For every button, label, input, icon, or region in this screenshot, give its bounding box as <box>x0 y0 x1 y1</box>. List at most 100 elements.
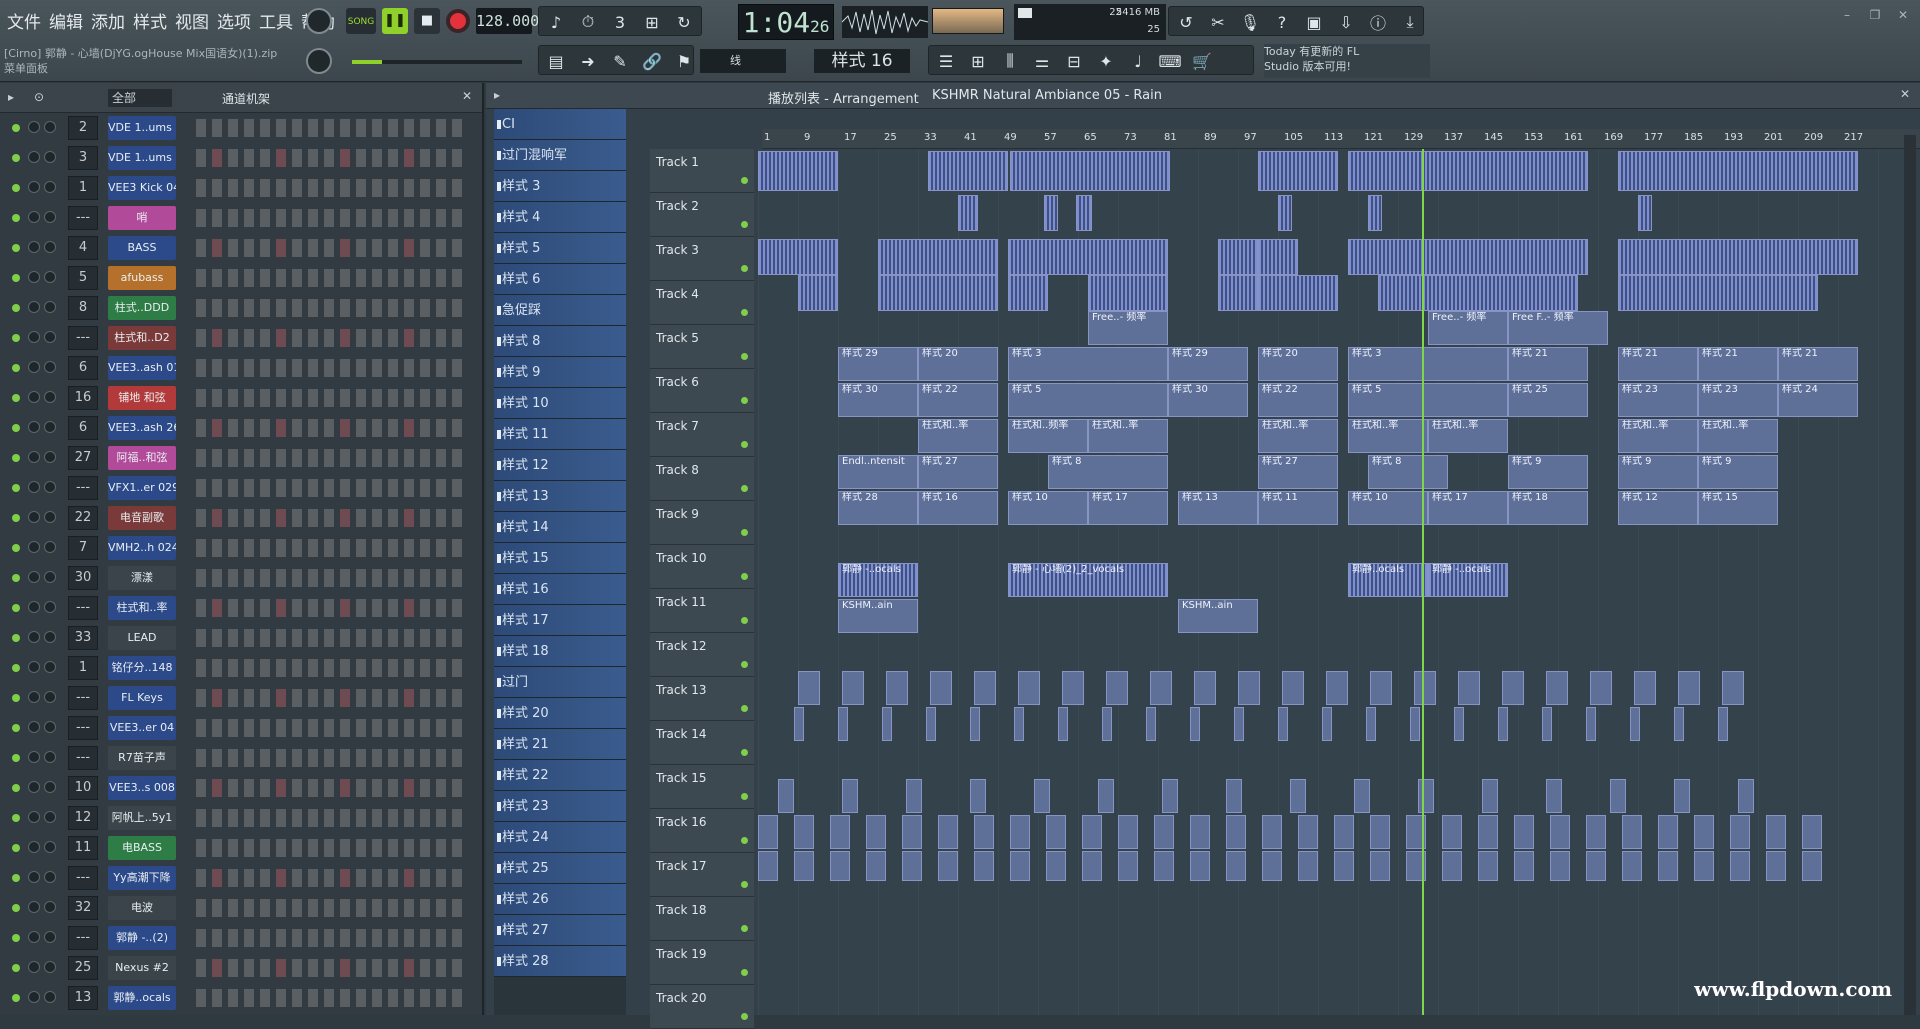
channel-row[interactable]: 12阿帆上..5y1 <box>0 803 476 833</box>
arrangement-grid[interactable]: Free..- 频率Free..- 频率Free F..- 频率样式 29样式 … <box>758 149 1916 1015</box>
channel-row[interactable]: 3VDE 1..ums 6 <box>0 143 476 173</box>
channel-name-button[interactable]: VMH2..h 024 <box>108 536 176 560</box>
channel-row[interactable]: 32电波 <box>0 893 476 923</box>
playlist-clip[interactable] <box>1010 851 1030 881</box>
volume-knob[interactable] <box>44 331 56 343</box>
channel-row[interactable]: 6VEE3..ash 26 <box>0 413 476 443</box>
playlist-clip[interactable] <box>1546 671 1568 705</box>
pattern-item[interactable]: 样式 28 <box>494 946 626 977</box>
menu-patterns[interactable]: 样式 <box>130 6 170 35</box>
step-buttons[interactable] <box>196 959 462 977</box>
mixer-track-number[interactable]: 1 <box>68 656 98 680</box>
mixer-track-number[interactable]: --- <box>68 476 98 500</box>
metronome-icon[interactable]: ♪ <box>541 7 571 37</box>
channel-name-button[interactable]: 柱式..DDD <box>108 296 176 320</box>
pan-knob[interactable] <box>28 841 40 853</box>
channel-name-button[interactable]: 柱式和..D2 <box>108 326 176 350</box>
playlist-clip[interactable]: 郭静 -..ocals <box>838 563 918 597</box>
playlist-clip[interactable]: 样式 17 <box>1088 491 1168 525</box>
pan-knob[interactable] <box>28 691 40 703</box>
menu-add[interactable]: 添加 <box>88 6 128 35</box>
rack-swing-icon[interactable]: ⊙ <box>34 90 44 104</box>
channel-mute-led[interactable] <box>12 634 20 642</box>
pan-knob[interactable] <box>28 451 40 463</box>
volume-knob[interactable] <box>44 991 56 1003</box>
pattern-item[interactable]: 样式 27 <box>494 915 626 946</box>
playlist-clip[interactable] <box>1694 851 1714 881</box>
playlist-clip[interactable] <box>1610 779 1626 813</box>
playlist-clip[interactable]: 郭静 -..ocals <box>1428 563 1508 597</box>
playlist-clip[interactable] <box>1586 707 1596 741</box>
channel-knobs[interactable] <box>28 391 64 405</box>
playlist-clip[interactable] <box>1082 851 1102 881</box>
channel-row[interactable]: 6 VEE3..ash 01 <box>0 353 476 383</box>
channel-row[interactable]: ---VFX1..er 029 <box>0 473 476 503</box>
pan-knob[interactable] <box>28 511 40 523</box>
channel-name-button[interactable]: VDE 1..ums 6 <box>108 146 176 170</box>
playlist-clip[interactable] <box>1658 815 1678 849</box>
playlist-clip[interactable]: 样式 25 <box>1508 383 1588 417</box>
playlist-clip[interactable]: 柱式和..率 <box>1698 419 1778 453</box>
track-mute-led[interactable] <box>741 661 748 668</box>
channel-name-button[interactable]: 柱式和..率 <box>108 596 176 620</box>
playlist-clip[interactable]: 样式 27 <box>918 455 998 489</box>
mixer-track-number[interactable]: 33 <box>68 626 98 650</box>
track-header[interactable]: Track 3 <box>650 237 754 281</box>
track-mute-led[interactable] <box>741 881 748 888</box>
playlist-clip[interactable] <box>1322 707 1332 741</box>
channel-row[interactable]: ---柱式和..率 <box>0 593 476 623</box>
track-header[interactable]: Track 15 <box>650 765 754 809</box>
step-edit-icon[interactable]: ⊞ <box>637 7 667 37</box>
pan-knob[interactable] <box>28 391 40 403</box>
mixer-track-number[interactable]: 6 <box>68 356 98 380</box>
channel-row[interactable]: ---柱式和..D2 <box>0 323 476 353</box>
playlist-clip[interactable]: 柱式和..率 <box>918 419 998 453</box>
track-header[interactable]: Track 13 <box>650 677 754 721</box>
playlist-clip[interactable] <box>1658 851 1678 881</box>
pattern-item[interactable]: 样式 16 <box>494 574 626 605</box>
help-icon[interactable]: ? <box>1267 7 1297 37</box>
restore-icon[interactable]: ❐ <box>1864 6 1886 24</box>
loop-record-icon[interactable]: ↻ <box>669 7 699 37</box>
pan-knob[interactable] <box>28 991 40 1003</box>
channel-name-button[interactable]: VEE3..ash 01 <box>108 356 176 380</box>
piano-roll-icon[interactable]: ▤ <box>541 46 571 76</box>
playlist-clip[interactable] <box>758 851 778 881</box>
channel-name-button[interactable]: LEAD <box>108 626 176 650</box>
channel-mute-led[interactable] <box>12 904 20 912</box>
close-icon[interactable]: ✕ <box>1892 6 1914 24</box>
playlist-close-icon[interactable]: ✕ <box>1900 87 1910 101</box>
mixer-track-number[interactable]: 25 <box>68 956 98 980</box>
channel-knobs[interactable] <box>28 361 64 375</box>
channel-name-button[interactable]: 哨 <box>108 206 176 230</box>
playlist-clip[interactable] <box>866 815 886 849</box>
playlist-clip[interactable]: 样式 5 <box>1348 383 1508 417</box>
channel-knobs[interactable] <box>28 661 64 675</box>
channel-row[interactable]: 22电音副歌 <box>0 503 476 533</box>
volume-knob[interactable] <box>44 781 56 793</box>
playlist-clip[interactable]: 柱式和..率 <box>1348 419 1428 453</box>
playlist-clip[interactable] <box>1586 815 1606 849</box>
playlist-clip[interactable] <box>938 851 958 881</box>
channel-mute-led[interactable] <box>12 334 20 342</box>
channel-knobs[interactable] <box>28 541 64 555</box>
channel-knobs[interactable] <box>28 751 64 765</box>
playlist-clip[interactable] <box>1542 707 1552 741</box>
playlist-clip[interactable]: 样式 3 <box>1348 347 1508 381</box>
track-mute-led[interactable] <box>741 441 748 448</box>
pattern-item[interactable]: 样式 23 <box>494 791 626 822</box>
playlist-clip[interactable] <box>1010 151 1170 191</box>
vertical-scrollbar[interactable] <box>1904 135 1916 1015</box>
playlist-clip[interactable] <box>1354 779 1370 813</box>
mixer-track-number[interactable]: --- <box>68 866 98 890</box>
cut-icon[interactable]: ✂ <box>1203 7 1233 37</box>
channel-name-button[interactable]: afubass <box>108 266 176 290</box>
channel-name-button[interactable]: 郭静 -..(2) <box>108 926 176 950</box>
channel-name-button[interactable]: VEE3..ash 26 <box>108 416 176 440</box>
channel-row[interactable]: 5afubass <box>0 263 476 293</box>
step-buttons[interactable] <box>196 929 462 947</box>
channel-name-button[interactable]: BASS <box>108 236 176 260</box>
mixer-track-number[interactable]: 11 <box>68 836 98 860</box>
channel-row[interactable]: 1铭仔分..148 <box>0 653 476 683</box>
channel-knobs[interactable] <box>28 421 64 435</box>
